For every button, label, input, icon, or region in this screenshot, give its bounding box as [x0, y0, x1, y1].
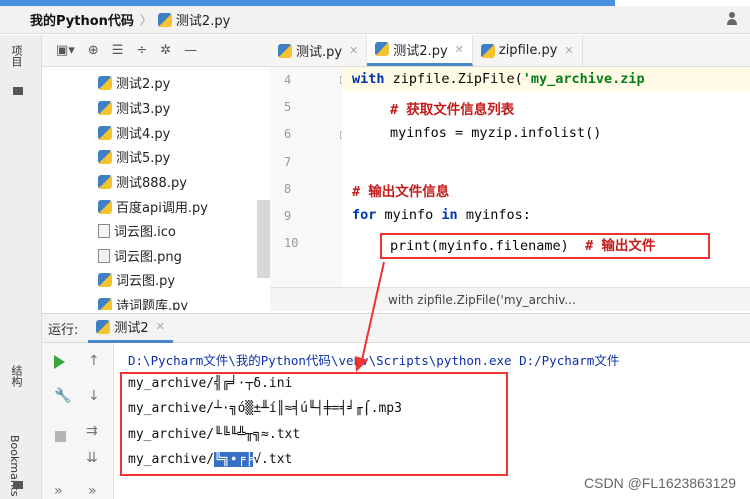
tree-item[interactable]: 词云图.png [98, 246, 182, 265]
run-panel-header: 运行: 测试2 ✕ [42, 313, 750, 343]
tree-item-label: 词云图.ico [114, 225, 176, 240]
python-file-icon [98, 272, 112, 287]
stop-icon[interactable] [55, 431, 66, 442]
code-line-4: with zipfile.ZipFile('my_archive.zip [352, 71, 645, 87]
tree-item[interactable]: 诗词题库.py [98, 295, 188, 310]
tree-item-label: 诗词题库.py [116, 299, 189, 310]
tree-item[interactable]: 百度api调用.py [98, 197, 208, 216]
run-label: 运行: [48, 322, 79, 338]
line-number: 6 [284, 127, 292, 141]
console-command-line: D:\Pycharm文件\我的Python代码\venv\Scripts\pyt… [128, 353, 620, 368]
python-file-icon [98, 199, 112, 214]
python-file-icon [480, 43, 495, 58]
editor-tab[interactable]: 测试.py ✕ [270, 35, 368, 66]
run-icon[interactable] [54, 355, 65, 369]
scroll-to-end-icon[interactable]: ⇊ [86, 450, 98, 466]
python-file-icon [157, 12, 172, 27]
collapse-icon[interactable]: ☰ [112, 43, 124, 58]
tree-scrollbar[interactable] [257, 200, 270, 278]
code-line-6: myinfos = myzip.infolist() [390, 125, 602, 141]
annotation-box-print-line [380, 233, 710, 259]
tree-item[interactable]: 测试888.py [98, 172, 187, 191]
run-tab[interactable]: 测试2 ✕ [88, 313, 173, 343]
layout-icon[interactable]: ▣▾ [56, 43, 75, 58]
editor-tab-bar: 测试.py ✕ 测试2.py ✕ zipfile.py ✕ [270, 35, 750, 67]
tree-item-label: 测试5.py [116, 151, 171, 166]
tree-item[interactable]: 测试3.py [98, 98, 170, 117]
project-tree: 测试2.py 测试3.py 测试4.py 测试5.py 测试888.py 百度a… [42, 67, 270, 310]
breadcrumb-project[interactable]: 我的Python代码 [30, 10, 134, 29]
python-file-icon [98, 75, 112, 90]
editor-tab-active[interactable]: 测试2.py ✕ [367, 35, 473, 66]
editor-tab-label: 测试.py [296, 45, 343, 60]
left-tool-strip: 项目 结构 Bookmarks [0, 35, 42, 499]
line-number: 9 [284, 209, 292, 223]
close-icon[interactable]: ✕ [349, 44, 358, 57]
text-file-icon [98, 223, 110, 238]
run-toolbar: ↑ 🔧 ↓ ⇉ ⇊ » » [42, 343, 114, 499]
target-icon[interactable]: ⊕ [88, 43, 99, 58]
folder-icon[interactable] [13, 87, 23, 95]
python-run-icon [96, 319, 111, 334]
python-file-icon [375, 42, 390, 56]
line-number: 7 [284, 155, 292, 169]
editor-tab-label: zipfile.py [498, 43, 558, 58]
wrench-icon[interactable]: 🔧 [54, 388, 71, 404]
code-line-8: # 输出文件信息 [352, 184, 450, 200]
more-icon[interactable]: » [54, 483, 63, 499]
close-icon[interactable]: ✕ [455, 43, 464, 56]
tree-item-label: 测试888.py [116, 176, 187, 191]
editor-tab-label: 测试2.py [393, 43, 448, 59]
breadcrumb-file[interactable]: 测试2.py [157, 10, 231, 29]
tree-item[interactable]: 词云图.py [98, 270, 175, 289]
minimize-icon[interactable]: — [184, 43, 197, 58]
text-file-icon [98, 248, 110, 263]
python-file-icon [98, 149, 112, 164]
line-number: 5 [284, 100, 292, 114]
breadcrumb-separator: 〉 [139, 13, 152, 27]
python-file-icon [98, 174, 112, 189]
user-icon[interactable] [726, 11, 738, 27]
tree-item-label: 测试3.py [116, 102, 171, 117]
line-number: 8 [284, 182, 292, 196]
bookmark-icon[interactable] [13, 481, 23, 489]
close-icon[interactable]: ✕ [156, 320, 165, 333]
expand-icon[interactable]: ÷ [136, 43, 147, 58]
breadcrumb-file-label: 测试2.py [175, 14, 231, 29]
gear-icon[interactable]: ✲ [160, 43, 171, 58]
code-line-5: # 获取文件信息列表 [390, 102, 515, 118]
python-file-icon [98, 297, 112, 310]
line-number-gutter: 4 5 6 7 8 9 10 [270, 67, 342, 287]
context-hint-text: with zipfile.ZipFile('my_archiv... [388, 292, 576, 307]
tree-item-label: 词云图.png [114, 250, 182, 265]
soft-wrap-icon[interactable]: ⇉ [86, 423, 98, 439]
tree-item-label: 词云图.py [116, 274, 176, 289]
tree-item[interactable]: 词云图.ico [98, 221, 176, 240]
watermark: CSDN @FL1623863129 [584, 475, 736, 491]
code-line-9: for myinfo in myinfos: [352, 207, 531, 223]
line-number: 10 [284, 236, 299, 250]
python-file-icon [98, 100, 112, 115]
tree-item-label: 百度api调用.py [116, 201, 208, 216]
breadcrumb: 我的Python代码 〉 测试2.py [0, 6, 750, 34]
tree-item-label: 测试2.py [116, 77, 171, 92]
scroll-down-icon[interactable]: ↓ [88, 388, 100, 404]
line-number: 4 [284, 73, 292, 87]
tree-item[interactable]: 测试5.py [98, 147, 170, 166]
annotation-box-output [120, 372, 508, 476]
tree-item[interactable]: 测试4.py [98, 123, 170, 142]
more-icon[interactable]: » [88, 483, 97, 499]
run-tab-label: 测试2 [114, 321, 149, 336]
side-tab-structure[interactable]: 结构 [8, 365, 24, 387]
tree-item[interactable]: 测试2.py [98, 73, 170, 92]
context-hint-bar: with zipfile.ZipFile('my_archiv... [270, 287, 750, 311]
editor-tab[interactable]: zipfile.py ✕ [473, 35, 583, 66]
python-file-icon [278, 43, 292, 58]
python-file-icon [98, 125, 112, 140]
side-tab-project[interactable]: 项目 [8, 45, 24, 67]
project-toolbar: ▣▾ ⊕ ☰ ÷ ✲ — [42, 35, 270, 67]
scroll-up-icon[interactable]: ↑ [88, 353, 100, 369]
close-icon[interactable]: ✕ [564, 44, 573, 57]
tree-item-label: 测试4.py [116, 127, 171, 142]
